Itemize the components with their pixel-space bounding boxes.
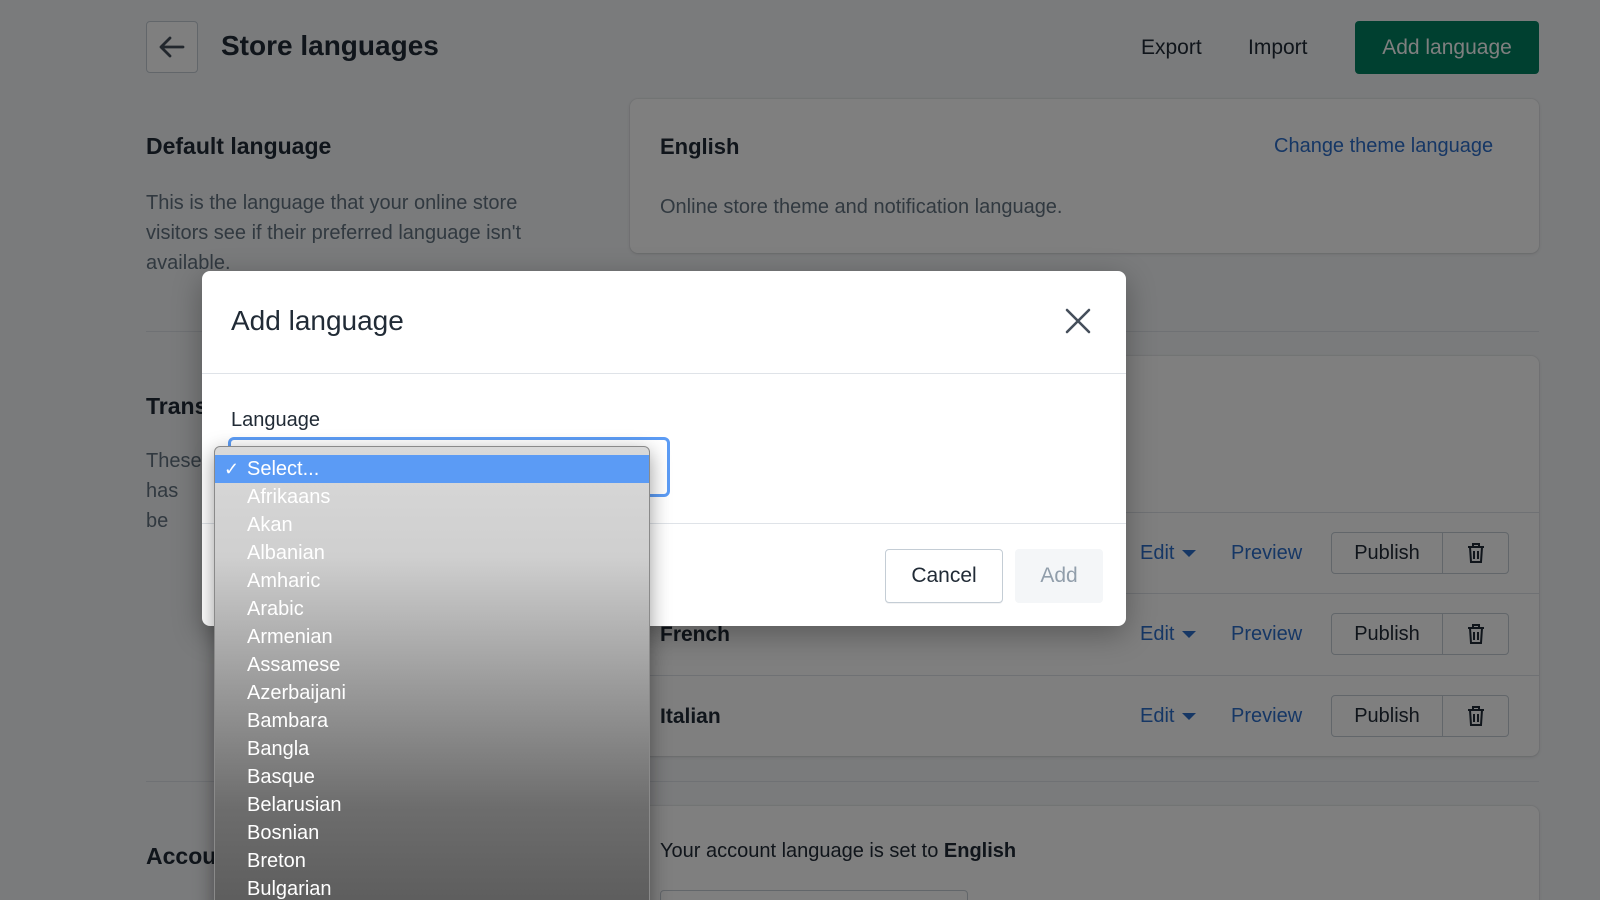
dropdown-option[interactable]: Azerbaijani (215, 679, 649, 707)
dropdown-option[interactable]: Bosnian (215, 819, 649, 847)
dropdown-option[interactable]: Amharic (215, 567, 649, 595)
dropdown-option[interactable]: Belarusian (215, 791, 649, 819)
dropdown-option[interactable]: Basque (215, 763, 649, 791)
option-label: Select... (247, 458, 320, 480)
language-dropdown-list[interactable]: ✓ Select... Afrikaans Akan Albanian Amhar… (214, 446, 650, 900)
close-button[interactable] (1060, 303, 1096, 339)
add-button[interactable]: Add (1015, 549, 1103, 603)
dropdown-option[interactable]: Armenian (215, 623, 649, 651)
dropdown-option[interactable]: Arabic (215, 595, 649, 623)
dropdown-option[interactable]: Akan (215, 511, 649, 539)
dropdown-option[interactable]: Bambara (215, 707, 649, 735)
dropdown-option[interactable]: Bangla (215, 735, 649, 763)
modal-header: Add language (202, 271, 1126, 374)
dropdown-option[interactable]: Breton (215, 847, 649, 875)
dropdown-option[interactable]: Bulgarian (215, 875, 649, 900)
language-field-label: Language (231, 409, 320, 431)
checkmark-icon: ✓ (224, 459, 240, 479)
close-icon (1065, 308, 1091, 334)
modal-title: Add language (231, 305, 404, 336)
dropdown-option[interactable]: Afrikaans (215, 483, 649, 511)
dropdown-option[interactable]: Assamese (215, 651, 649, 679)
dropdown-option-select[interactable]: ✓ Select... (215, 455, 649, 483)
cancel-button[interactable]: Cancel (885, 549, 1003, 603)
dropdown-option[interactable]: Albanian (215, 539, 649, 567)
